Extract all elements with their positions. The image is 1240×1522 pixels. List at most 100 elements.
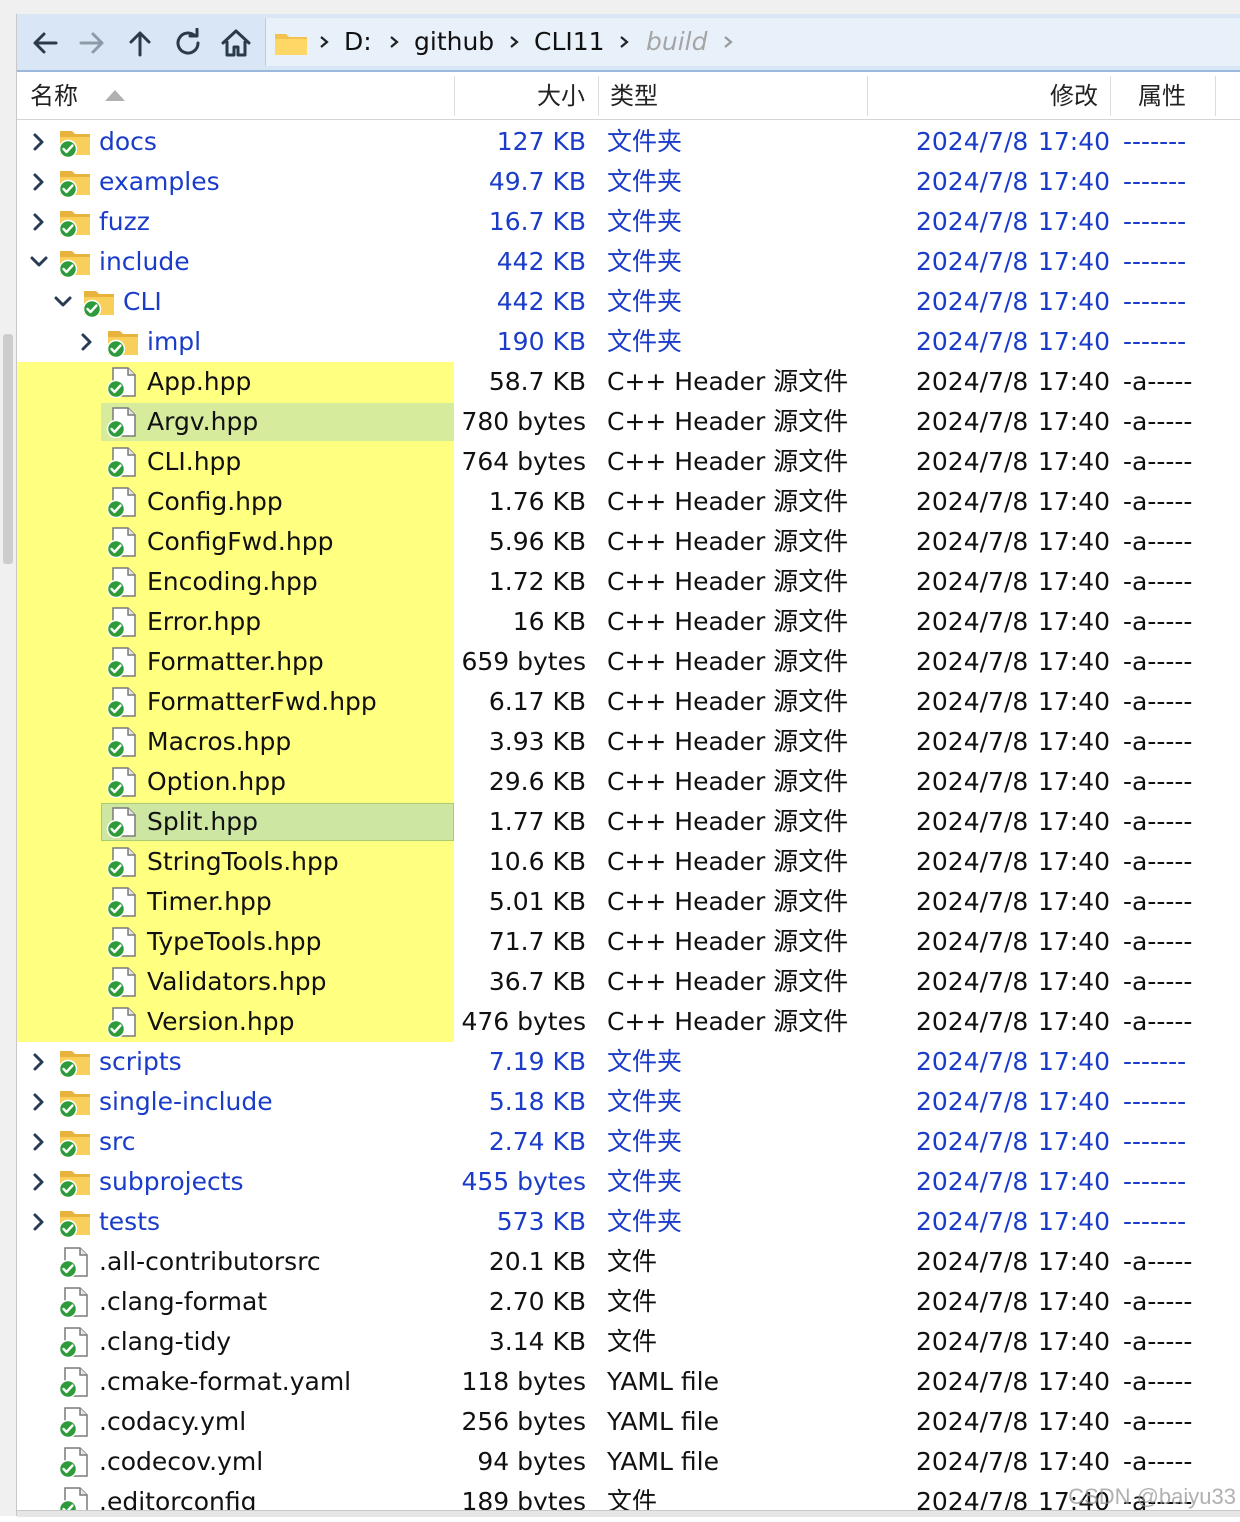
breadcrumb-github[interactable]: github bbox=[414, 26, 494, 58]
file-row[interactable]: .clang-format 2.70 KB 文件 2024/7/8 17:40 -a---… bbox=[0, 1282, 1240, 1322]
item-type: C++ Header 源文件 bbox=[607, 1007, 849, 1036]
expand-toggle[interactable] bbox=[28, 1131, 50, 1153]
column-divider[interactable] bbox=[1215, 76, 1216, 116]
item-size: 71.7 KB bbox=[488, 927, 586, 956]
item-date: 2024/7/8 bbox=[916, 727, 1029, 756]
refresh-button[interactable] bbox=[168, 23, 208, 63]
file-icon-wrap bbox=[106, 606, 140, 639]
expand-toggle[interactable] bbox=[28, 1211, 50, 1233]
folder-row[interactable]: include 442 KB 文件夹 2024/7/8 17:40 ------- bbox=[0, 242, 1240, 282]
item-time: 17:40 bbox=[1038, 927, 1111, 956]
folder-row[interactable]: tests 573 KB 文件夹 2024/7/8 17:40 ------- bbox=[0, 1202, 1240, 1242]
file-row[interactable]: .codecov.yml 94 bytes YAML file 2024/7/8 17:… bbox=[0, 1442, 1240, 1482]
file-row[interactable]: .clang-tidy 3.14 KB 文件 2024/7/8 17:40 -a----- bbox=[0, 1322, 1240, 1362]
home-button[interactable] bbox=[216, 23, 256, 63]
file-icon bbox=[106, 647, 136, 679]
item-size: 5.01 KB bbox=[488, 887, 586, 916]
column-type[interactable]: 类型 bbox=[610, 81, 658, 111]
folder-row[interactable]: CLI 442 KB 文件夹 2024/7/8 17:40 ------- bbox=[0, 282, 1240, 322]
expand-toggle[interactable] bbox=[28, 211, 50, 233]
file-row[interactable]: Error.hpp 16 KB C++ Header 源文件 2024/7/8 17:4… bbox=[0, 602, 1240, 642]
expand-toggle[interactable] bbox=[28, 1051, 50, 1073]
expand-toggle[interactable] bbox=[28, 251, 50, 273]
file-row[interactable]: .cmake-format.yaml 118 bytes YAML file 2024… bbox=[0, 1362, 1240, 1402]
item-type: C++ Header 源文件 bbox=[607, 527, 849, 556]
column-divider[interactable] bbox=[454, 76, 455, 116]
expand-toggle[interactable] bbox=[28, 171, 50, 193]
item-type: C++ Header 源文件 bbox=[607, 807, 849, 836]
expand-toggle[interactable] bbox=[28, 1091, 50, 1113]
file-row[interactable]: .codacy.yml 256 bytes YAML file 2024/7/8 17:… bbox=[0, 1402, 1240, 1442]
column-modified[interactable]: 修改 bbox=[1050, 81, 1098, 111]
item-time: 17:40 bbox=[1038, 247, 1111, 276]
file-row[interactable]: Validators.hpp 36.7 KB C++ Header 源文件 2024/… bbox=[0, 962, 1240, 1002]
column-divider[interactable] bbox=[1110, 76, 1111, 116]
item-date: 2024/7/8 bbox=[916, 1047, 1029, 1076]
item-type: 文件夹 bbox=[607, 207, 683, 236]
folder-row[interactable]: single-include 5.18 KB 文件夹 2024/7/8 17:40 ---… bbox=[0, 1082, 1240, 1122]
folder-row[interactable]: scripts 7.19 KB 文件夹 2024/7/8 17:40 ------- bbox=[0, 1042, 1240, 1082]
file-row[interactable]: Split.hpp 1.77 KB C++ Header 源文件 2024/7/8 17… bbox=[0, 802, 1240, 842]
folder-row[interactable]: examples 49.7 KB 文件夹 2024/7/8 17:40 ------- bbox=[0, 162, 1240, 202]
file-row[interactable]: TypeTools.hpp 71.7 KB C++ Header 源文件 2024/7… bbox=[0, 922, 1240, 962]
folder-row[interactable]: subprojects 455 bytes 文件夹 2024/7/8 17:40 ----… bbox=[0, 1162, 1240, 1202]
expand-toggle[interactable] bbox=[76, 331, 98, 353]
column-divider[interactable] bbox=[598, 76, 599, 116]
file-row[interactable]: .all-contributorsrc 20.1 KB 文件 2024/7/8 17:4… bbox=[0, 1242, 1240, 1282]
folder-icon-wrap bbox=[58, 246, 92, 279]
back-button[interactable] bbox=[25, 23, 65, 63]
item-name: examples bbox=[99, 167, 220, 196]
item-type: 文件夹 bbox=[607, 1207, 683, 1236]
breadcrumb-build[interactable]: build bbox=[646, 26, 707, 58]
breadcrumb-cli11[interactable]: CLI11 bbox=[534, 26, 605, 58]
folder-icon bbox=[82, 291, 114, 319]
file-row[interactable]: FormatterFwd.hpp 6.17 KB C++ Header 源文件 202… bbox=[0, 682, 1240, 722]
expand-toggle[interactable] bbox=[52, 291, 74, 313]
up-button[interactable] bbox=[120, 23, 160, 63]
chevron-right-icon bbox=[33, 1053, 44, 1071]
folder-row[interactable]: impl 190 KB 文件夹 2024/7/8 17:40 ------- bbox=[0, 322, 1240, 362]
expand-toggle[interactable] bbox=[28, 131, 50, 153]
file-row[interactable]: Version.hpp 476 bytes C++ Header 源文件 2024/7… bbox=[0, 1002, 1240, 1042]
file-icon-wrap bbox=[106, 846, 140, 879]
column-attributes[interactable]: 属性 bbox=[1138, 81, 1186, 111]
file-row[interactable]: Formatter.hpp 659 bytes C++ Header 源文件 2024… bbox=[0, 642, 1240, 682]
file-row[interactable]: StringTools.hpp 10.6 KB C++ Header 源文件 2024… bbox=[0, 842, 1240, 882]
item-time: 17:40 bbox=[1038, 447, 1111, 476]
column-divider[interactable] bbox=[867, 76, 868, 116]
folder-row[interactable]: docs 127 KB 文件夹 2024/7/8 17:40 ------- bbox=[0, 122, 1240, 162]
address-bar[interactable]: D: github CLI11 build bbox=[265, 18, 1240, 66]
file-row[interactable]: Encoding.hpp 1.72 KB C++ Header 源文件 2024/7/… bbox=[0, 562, 1240, 602]
item-date: 2024/7/8 bbox=[916, 407, 1029, 436]
item-type: C++ Header 源文件 bbox=[607, 567, 849, 596]
item-time: 17:40 bbox=[1038, 647, 1111, 676]
file-row[interactable]: Macros.hpp 3.93 KB C++ Header 源文件 2024/7/8 1… bbox=[0, 722, 1240, 762]
column-name[interactable]: 名称 bbox=[30, 81, 78, 111]
forward-button[interactable] bbox=[72, 23, 112, 63]
file-row[interactable]: Timer.hpp 5.01 KB C++ Header 源文件 2024/7/8 17… bbox=[0, 882, 1240, 922]
file-row[interactable]: CLI.hpp 764 bytes C++ Header 源文件 2024/7/8 17… bbox=[0, 442, 1240, 482]
item-time: 17:40 bbox=[1038, 287, 1111, 316]
file-icon-wrap bbox=[106, 446, 140, 479]
expand-toggle[interactable] bbox=[28, 1171, 50, 1193]
file-icon bbox=[58, 1327, 88, 1359]
file-row[interactable]: ConfigFwd.hpp 5.96 KB C++ Header 源文件 2024/7… bbox=[0, 522, 1240, 562]
item-size: 127 KB bbox=[496, 127, 586, 156]
column-size[interactable]: 大小 bbox=[537, 81, 585, 111]
item-name: fuzz bbox=[99, 207, 150, 236]
item-date: 2024/7/8 bbox=[916, 607, 1029, 636]
folder-row[interactable]: fuzz 16.7 KB 文件夹 2024/7/8 17:40 ------- bbox=[0, 202, 1240, 242]
file-row[interactable]: Config.hpp 1.76 KB C++ Header 源文件 2024/7/8 1… bbox=[0, 482, 1240, 522]
item-time: 17:40 bbox=[1038, 407, 1111, 436]
breadcrumb-drive[interactable]: D: bbox=[344, 26, 372, 58]
item-name: App.hpp bbox=[147, 367, 252, 396]
folder-icon bbox=[58, 1051, 90, 1079]
item-type: C++ Header 源文件 bbox=[607, 927, 849, 956]
item-size: 49.7 KB bbox=[488, 167, 586, 196]
file-icon-wrap bbox=[58, 1446, 92, 1479]
file-row[interactable]: App.hpp 58.7 KB C++ Header 源文件 2024/7/8 17:4… bbox=[0, 362, 1240, 402]
file-row[interactable]: Argv.hpp 780 bytes C++ Header 源文件 2024/7/8 1… bbox=[0, 402, 1240, 442]
file-icon-wrap bbox=[106, 886, 140, 919]
file-row[interactable]: Option.hpp 29.6 KB C++ Header 源文件 2024/7/8 1… bbox=[0, 762, 1240, 802]
folder-row[interactable]: src 2.74 KB 文件夹 2024/7/8 17:40 ------- bbox=[0, 1122, 1240, 1162]
